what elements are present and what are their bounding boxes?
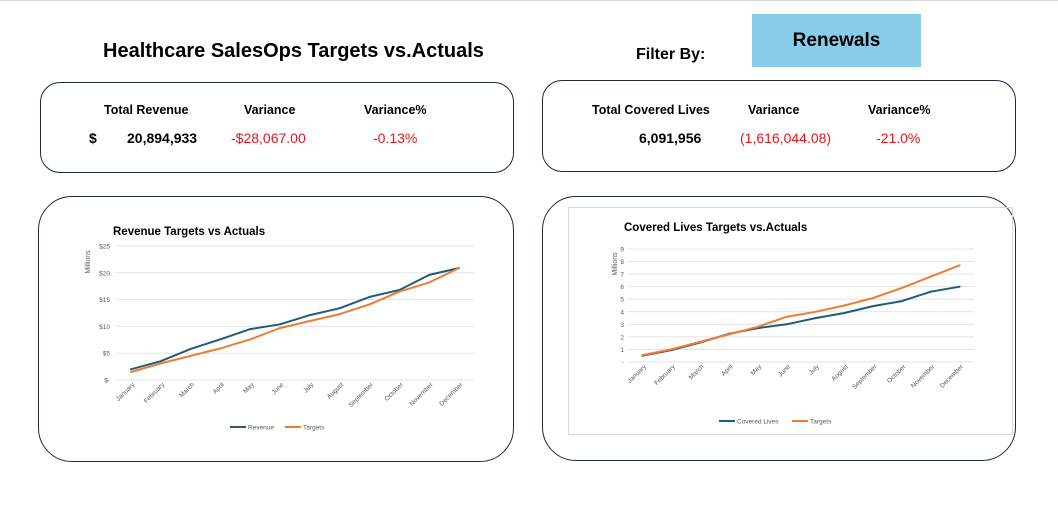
lives-variance-header: Variance — [748, 103, 800, 117]
revenue-variance-header: Variance — [244, 103, 296, 117]
lives-variance-pct-value: -21.0% — [876, 130, 921, 146]
revenue-total-header: Total Revenue — [104, 103, 189, 117]
top-divider — [0, 0, 1058, 1]
revenue-variance-pct-header: Variance% — [364, 103, 427, 117]
lives-chart-frame — [568, 207, 1013, 435]
revenue-variance-pct-value: -0.13% — [373, 130, 418, 146]
revenue-currency-symbol: $ — [89, 130, 97, 146]
lives-variance-pct-header: Variance% — [868, 103, 931, 117]
lives-kpi-card — [542, 80, 1016, 172]
revenue-variance-value: -$28,067.00 — [231, 130, 306, 146]
lives-variance-value: (1,616,044.08) — [740, 130, 832, 146]
filter-label: Filter By: — [636, 46, 706, 63]
lives-total-value: 6,091,956 — [639, 130, 702, 146]
page-title: Healthcare SalesOps Targets vs.Actuals — [103, 40, 484, 62]
revenue-chart-card — [38, 196, 514, 462]
revenue-total-value: 20,894,933 — [127, 130, 198, 146]
revenue-kpi-card — [40, 82, 514, 173]
filter-slicer-button[interactable]: Renewals — [752, 14, 921, 67]
lives-total-header: Total Covered Lives — [592, 103, 710, 117]
